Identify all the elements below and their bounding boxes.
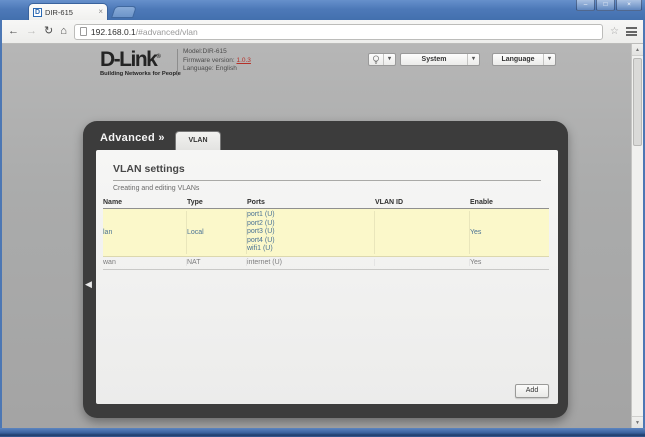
wan-type-link[interactable]: NAT	[187, 259, 247, 266]
header-divider	[177, 49, 178, 76]
browser-window: D DIR-615 × – □ × ← → ↻ ⌂ 192.168.0.1/#a…	[0, 0, 645, 437]
page-icon	[80, 27, 87, 36]
scrollbar[interactable]: ▲ ▼	[631, 44, 643, 428]
wan-name-link[interactable]: wan	[103, 259, 187, 266]
refresh-button[interactable]: ↻	[44, 26, 53, 37]
lan-type-link[interactable]: Local	[187, 211, 247, 254]
lan-name-link[interactable]: lan	[103, 211, 187, 254]
col-header-enable: Enable	[470, 199, 549, 206]
language-dropdown[interactable]: Language ▾	[492, 53, 556, 66]
device-info: Model:DIR-615 Firmware version: 1.0.3 La…	[183, 48, 251, 74]
page-subtitle: Creating and editing VLANs	[113, 185, 199, 192]
table-header-row: Name Type Ports VLAN ID Enable	[103, 199, 549, 209]
tab-title: DIR-615	[45, 8, 95, 17]
url-path: /#advanced/vlan	[136, 27, 198, 37]
title-divider	[113, 180, 541, 181]
system-dropdown[interactable]: System ▾	[400, 53, 480, 66]
firmware-line: Firmware version: 1.0.3	[183, 57, 251, 66]
system-dropdown-label: System	[401, 56, 467, 63]
language-dropdown-label: Language	[493, 56, 543, 63]
browser-menu-icon[interactable]	[626, 26, 637, 38]
scroll-down-icon[interactable]: ▼	[632, 416, 643, 428]
dlink-logo: D-Link® Building Networks for People	[100, 47, 181, 77]
wan-vlan-id-cell	[375, 259, 470, 266]
port-link[interactable]: port3 (U)	[247, 228, 374, 237]
table-row-lan[interactable]: lan Local port1 (U) port2 (U) port3 (U) …	[103, 209, 549, 257]
firmware-version-link[interactable]: 1.0.3	[236, 57, 250, 64]
col-header-vlan-id: VLAN ID	[375, 199, 470, 206]
close-window-button[interactable]: ×	[616, 0, 642, 11]
scroll-up-icon[interactable]: ▲	[632, 44, 643, 56]
lightbulb-icon	[369, 55, 383, 65]
settings-panel: Advanced » VLAN ◀ VLAN settings Creating…	[83, 121, 568, 418]
address-bar[interactable]: 192.168.0.1/#advanced/vlan	[74, 24, 603, 40]
browser-tab[interactable]: D DIR-615 ×	[28, 3, 108, 20]
lan-enable-link[interactable]: Yes	[470, 211, 549, 254]
browser-titlebar: D DIR-615 × – □ ×	[0, 0, 645, 20]
scrollbar-thumb[interactable]	[633, 58, 642, 146]
home-button[interactable]: ⌂	[60, 26, 67, 37]
chevron-down-icon: ▾	[543, 54, 555, 65]
window-controls: – □ ×	[576, 0, 642, 11]
url-host: 192.168.0.1	[91, 27, 136, 37]
firmware-label: Firmware version:	[183, 57, 235, 64]
language-line: Language: English	[183, 65, 251, 74]
breadcrumb: Advanced »	[100, 132, 165, 144]
model-line: Model:DIR-615	[183, 48, 251, 57]
window-frame-bottom	[0, 428, 645, 437]
port-link[interactable]: wifi1 (U)	[247, 245, 374, 254]
lan-vlan-id-cell	[375, 211, 470, 254]
lan-ports-list[interactable]: port1 (U) port2 (U) port3 (U) port4 (U) …	[247, 211, 375, 254]
tab-vlan[interactable]: VLAN	[175, 131, 221, 150]
maximize-button[interactable]: □	[596, 0, 615, 11]
col-header-type: Type	[187, 199, 247, 206]
back-button[interactable]: ←	[8, 26, 19, 37]
notifications-dropdown[interactable]: ▾	[368, 53, 396, 66]
logo-tagline: Building Networks for People	[100, 71, 181, 77]
minimize-button[interactable]: –	[576, 0, 595, 11]
forward-button[interactable]: →	[26, 26, 37, 37]
panel-collapse-arrow-icon[interactable]: ◀	[85, 279, 92, 290]
browser-toolbar: ← → ↻ ⌂ 192.168.0.1/#advanced/vlan ☆	[2, 20, 643, 44]
col-header-ports: Ports	[247, 199, 375, 206]
window-frame-left	[0, 20, 2, 437]
add-button[interactable]: Add	[515, 384, 549, 398]
page-title: VLAN settings	[113, 163, 185, 175]
chevron-down-icon: ▾	[467, 54, 479, 65]
chevron-down-icon: ▾	[383, 54, 395, 65]
vlan-settings-card: VLAN settings Creating and editing VLANs…	[96, 150, 558, 404]
wan-ports-list[interactable]: internet (U)	[247, 259, 375, 266]
wan-enable-link[interactable]: Yes	[470, 259, 549, 266]
tab-close-icon[interactable]: ×	[98, 8, 103, 16]
logo-registered-mark: ®	[156, 54, 160, 60]
favicon-dlink-icon: D	[33, 8, 42, 17]
bookmark-star-icon[interactable]: ☆	[610, 27, 619, 37]
vlan-table: Name Type Ports VLAN ID Enable lan Local…	[103, 199, 549, 270]
col-header-name: Name	[103, 199, 187, 206]
logo-text: D-Link	[100, 48, 156, 71]
new-tab-button[interactable]	[111, 6, 137, 18]
port-link[interactable]: port2 (U)	[247, 220, 374, 229]
port-link[interactable]: port1 (U)	[247, 211, 374, 220]
table-row-wan[interactable]: wan NAT internet (U) Yes	[103, 257, 549, 270]
port-link[interactable]: port4 (U)	[247, 237, 374, 246]
page-viewport: D-Link® Building Networks for People Mod…	[2, 44, 643, 428]
